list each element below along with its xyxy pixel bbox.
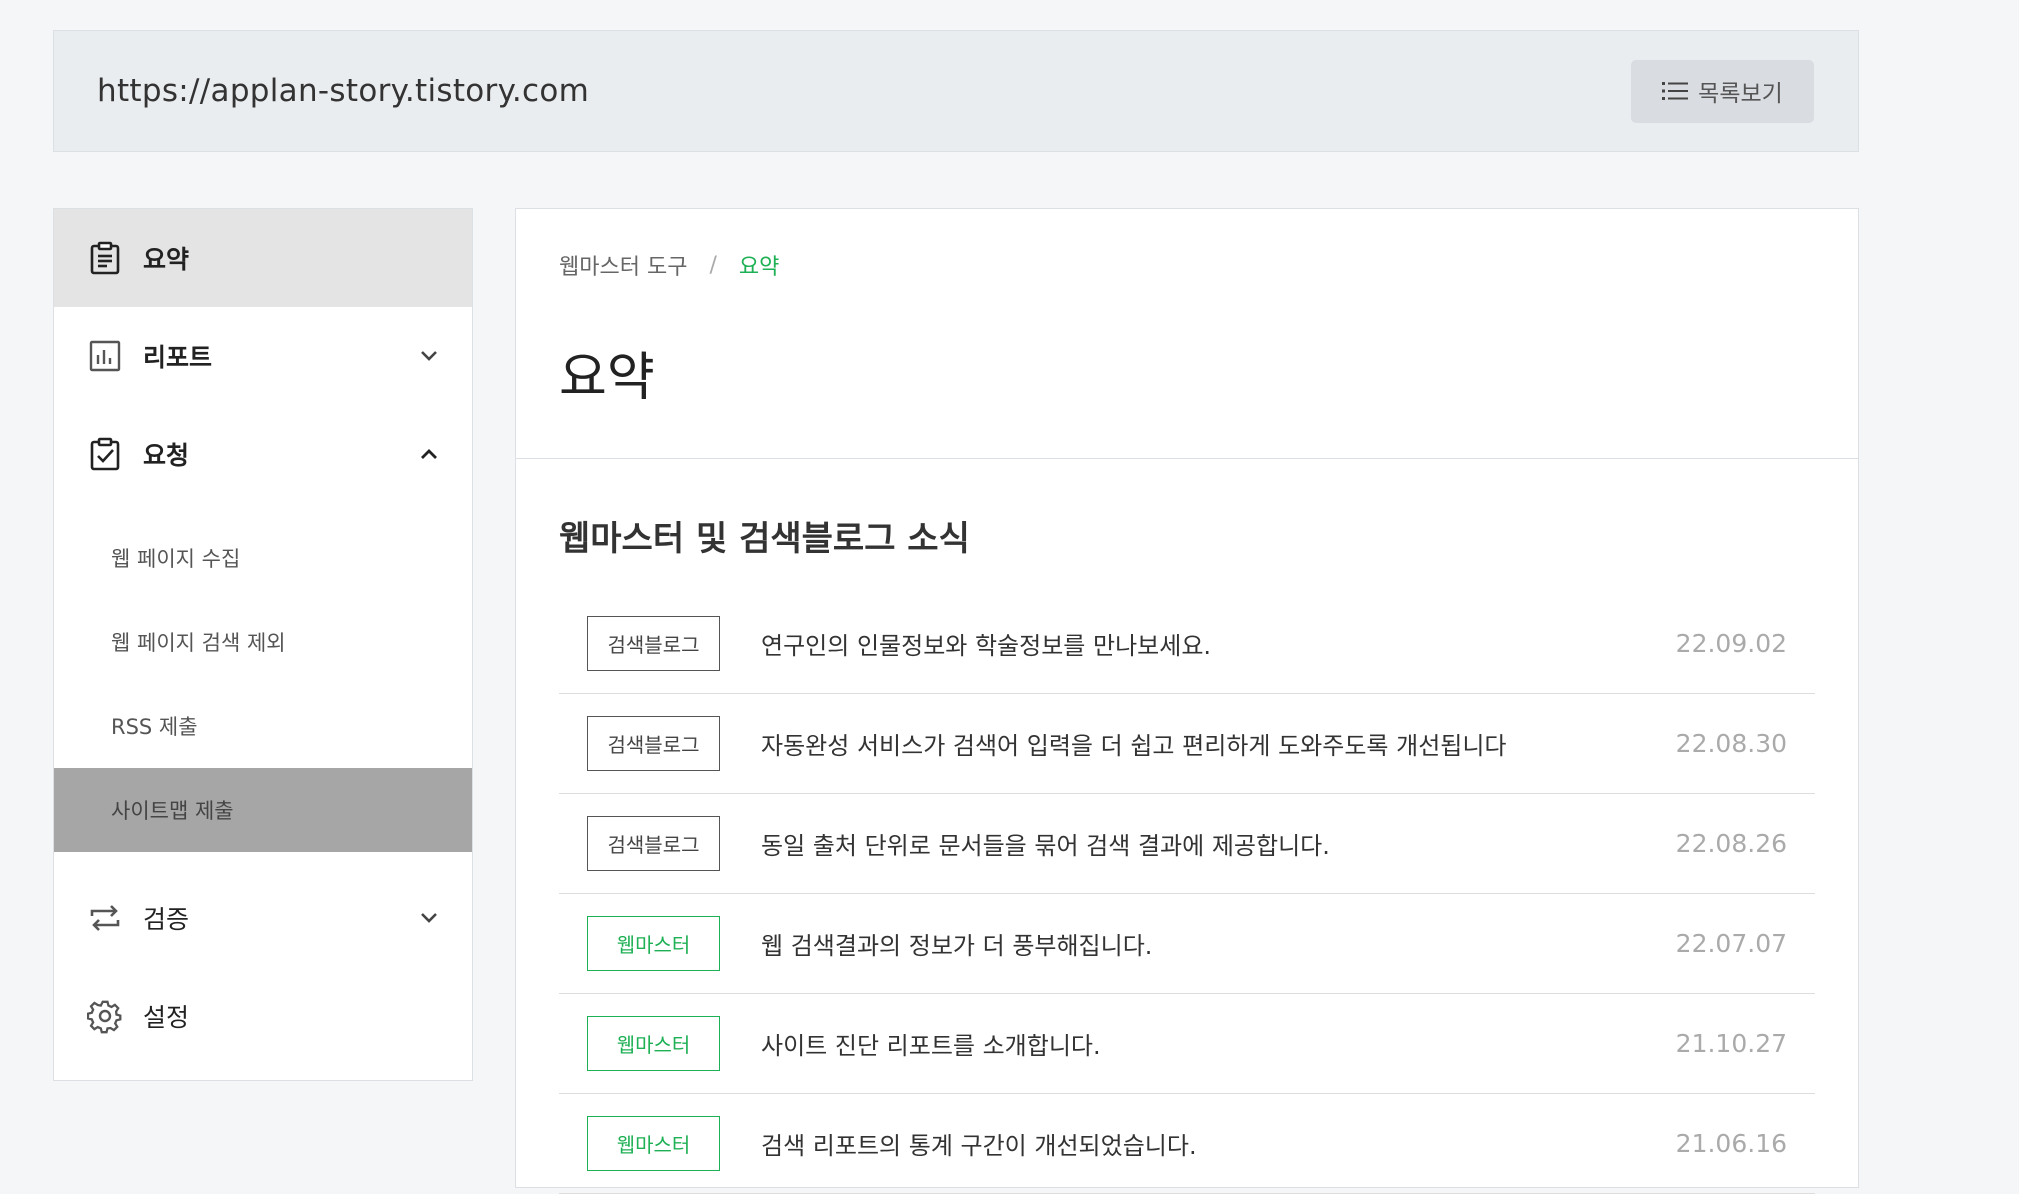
submenu-item-rss-submit[interactable]: RSS 제출	[54, 684, 472, 768]
site-header: https://applan-story.tistory.com 목록보기	[53, 30, 1859, 152]
clipboard-check-icon	[87, 436, 123, 472]
news-row[interactable]: 웹마스터 사이트 진단 리포트를 소개합니다. 21.10.27	[559, 994, 1815, 1094]
news-row[interactable]: 검색블로그 자동완성 서비스가 검색어 입력을 더 쉽고 편리하게 도와주도록 …	[559, 694, 1815, 794]
news-tag-badge: 웹마스터	[587, 916, 720, 971]
clipboard-icon	[87, 240, 123, 276]
news-heading: 웹마스터 및 검색블로그 소식	[559, 519, 970, 559]
chevron-down-icon	[416, 343, 442, 369]
submenu-item-web-page-exclude[interactable]: 웹 페이지 검색 제외	[54, 600, 472, 684]
sidebar-item-summary[interactable]: 요약	[54, 209, 472, 307]
content-header: 웹마스터 도구 / 요약 요약	[516, 209, 1858, 459]
news-date: 22.07.07	[1675, 929, 1787, 958]
news-title-link[interactable]: 연구인의 인물정보와 학술정보를 만나보세요.	[761, 626, 1676, 661]
sidebar-item-verify[interactable]: 검증	[54, 869, 472, 967]
sidebar-item-label: 리포트	[143, 343, 213, 372]
news-row[interactable]: 검색블로그 연구인의 인물정보와 학술정보를 만나보세요. 22.09.02	[559, 594, 1815, 694]
news-date: 21.10.27	[1675, 1029, 1787, 1058]
sidebar: 요약 리포트 요청 웹 페이지 수집 웹 페이지 검색 제외 RSS 제출 사이…	[53, 208, 473, 1081]
news-title-link[interactable]: 웹 검색결과의 정보가 더 풍부해집니다.	[761, 926, 1676, 961]
news-title-link[interactable]: 자동완성 서비스가 검색어 입력을 더 쉽고 편리하게 도와주도록 개선됩니다	[761, 726, 1676, 761]
news-date: 22.09.02	[1675, 629, 1787, 658]
news-row[interactable]: 웹마스터 웹 검색결과의 정보가 더 풍부해집니다. 22.07.07	[559, 894, 1815, 994]
submenu-item-sitemap-submit[interactable]: 사이트맵 제출	[54, 768, 472, 852]
sidebar-item-label: 검증	[143, 905, 190, 934]
news-date: 21.06.16	[1675, 1129, 1787, 1158]
breadcrumb: 웹마스터 도구 / 요약	[559, 249, 1815, 281]
bar-chart-icon	[87, 338, 123, 374]
list-view-button[interactable]: 목록보기	[1631, 59, 1814, 123]
news-date: 22.08.30	[1675, 729, 1787, 758]
breadcrumb-current: 요약	[738, 255, 780, 280]
repeat-icon	[87, 900, 123, 936]
sidebar-item-label: 요청	[143, 441, 190, 470]
gear-icon	[87, 998, 123, 1034]
news-section: 웹마스터 및 검색블로그 소식 검색블로그 연구인의 인물정보와 학술정보를 만…	[516, 459, 1858, 1194]
sidebar-item-request[interactable]: 요청	[54, 405, 472, 503]
sidebar-item-label: 요약	[143, 245, 190, 274]
news-date: 22.08.26	[1675, 829, 1787, 858]
news-title-link[interactable]: 검색 리포트의 통계 구간이 개선되었습니다.	[761, 1126, 1676, 1161]
submenu-item-web-page-collect[interactable]: 웹 페이지 수집	[54, 516, 472, 600]
news-tag-badge: 웹마스터	[587, 1116, 720, 1171]
list-view-label: 목록보기	[1698, 81, 1783, 107]
chevron-up-icon	[416, 441, 442, 467]
main-content: 웹마스터 도구 / 요약 요약 웹마스터 및 검색블로그 소식 검색블로그 연구…	[515, 208, 1859, 1194]
page-title: 요약	[559, 348, 655, 408]
news-tag-badge: 검색블로그	[587, 716, 720, 771]
sidebar-item-settings[interactable]: 설정	[54, 967, 472, 1065]
news-title-link[interactable]: 동일 출처 단위로 문서들을 묶어 검색 결과에 제공합니다.	[761, 826, 1676, 861]
chevron-down-icon	[416, 905, 442, 931]
breadcrumb-parent[interactable]: 웹마스터 도구	[559, 249, 687, 281]
sidebar-item-report[interactable]: 리포트	[54, 307, 472, 405]
news-row[interactable]: 검색블로그 동일 출처 단위로 문서들을 묶어 검색 결과에 제공합니다. 22…	[559, 794, 1815, 894]
news-row[interactable]: 웹마스터 검색 리포트의 통계 구간이 개선되었습니다. 21.06.16	[559, 1094, 1815, 1194]
request-submenu: 웹 페이지 수집 웹 페이지 검색 제외 RSS 제출 사이트맵 제출	[54, 503, 472, 869]
news-tag-badge: 웹마스터	[587, 1016, 720, 1071]
news-tag-badge: 검색블로그	[587, 616, 720, 671]
news-title-link[interactable]: 사이트 진단 리포트를 소개합니다.	[761, 1026, 1676, 1061]
sidebar-item-label: 설정	[143, 1003, 190, 1032]
list-icon	[1662, 80, 1689, 102]
breadcrumb-separator: /	[709, 252, 717, 278]
news-tag-badge: 검색블로그	[587, 816, 720, 871]
site-url: https://applan-story.tistory.com	[97, 73, 590, 109]
